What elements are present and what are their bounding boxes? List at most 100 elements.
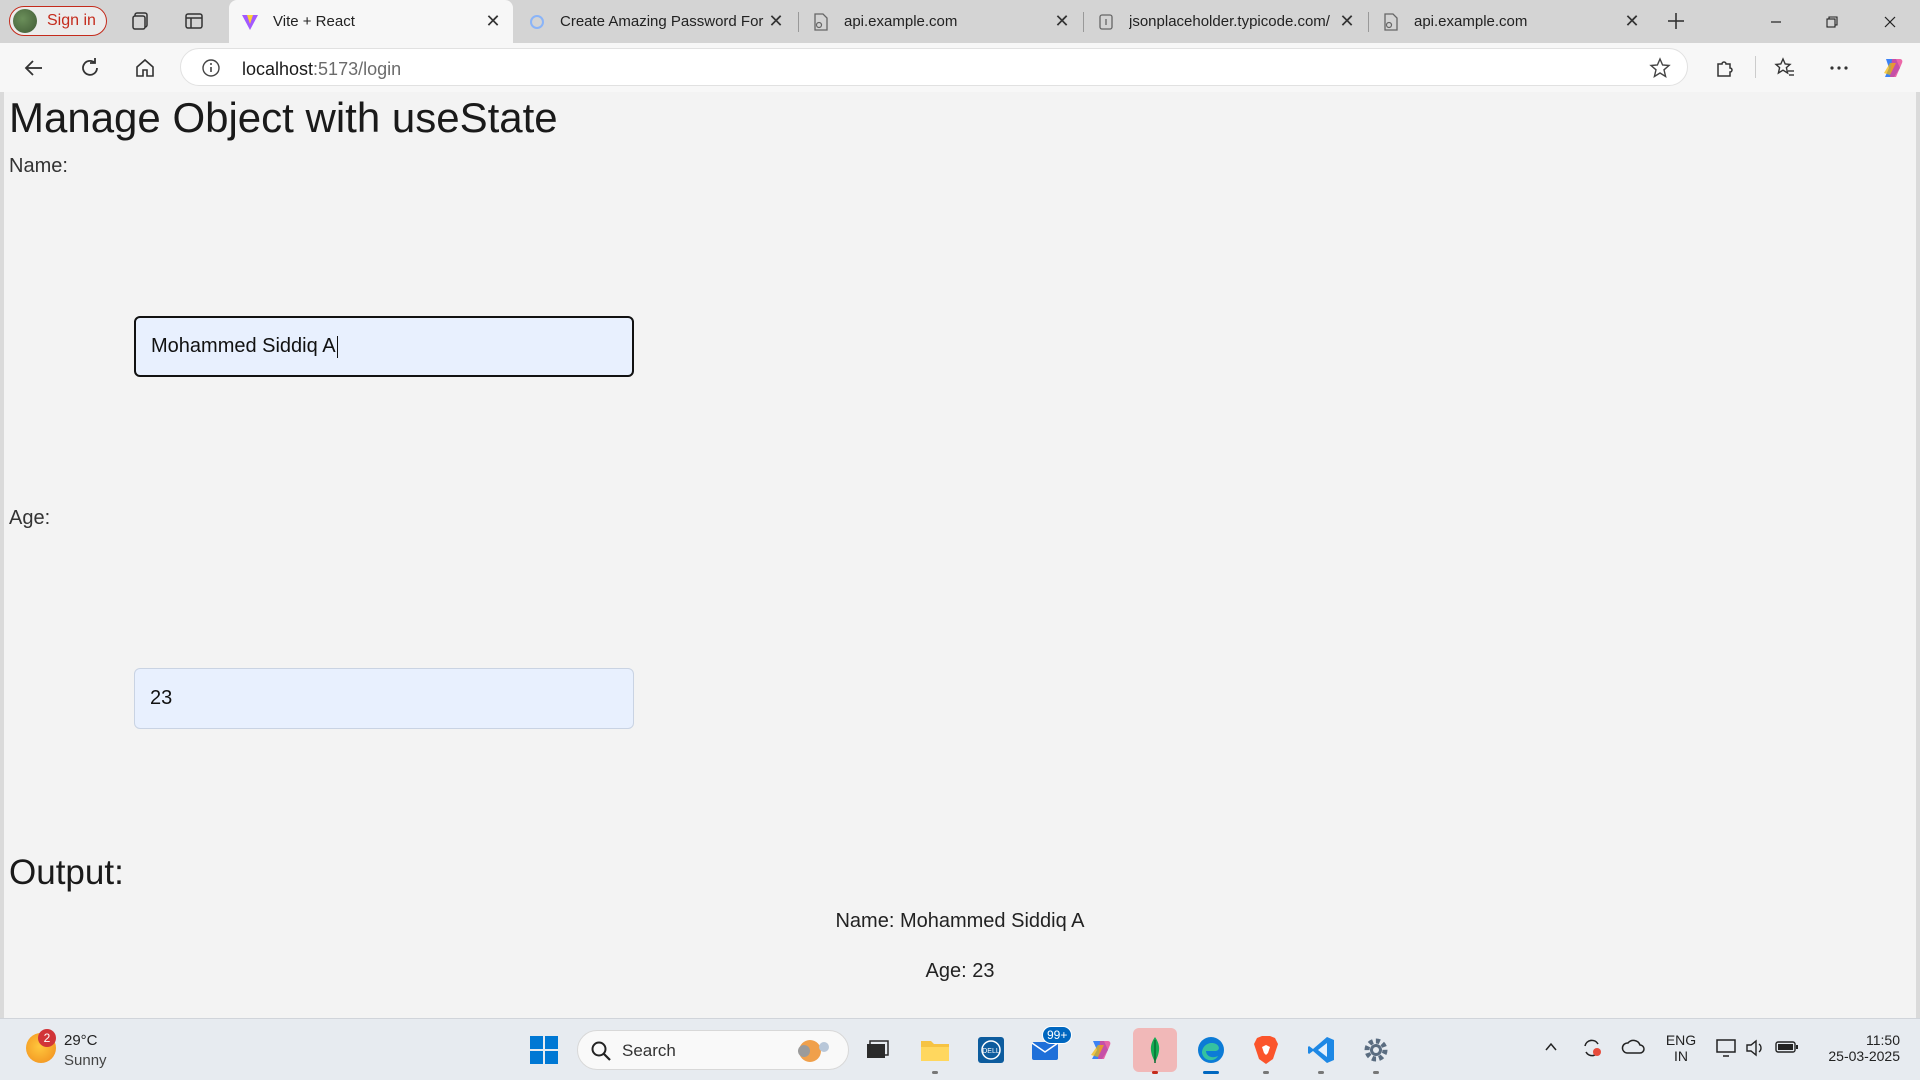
home-icon[interactable] <box>130 53 160 83</box>
running-indicator <box>932 1071 938 1074</box>
page-content: Manage Object with useState Name: Mohamm… <box>0 92 1920 1018</box>
output-heading: Output: <box>9 853 124 892</box>
dell-icon[interactable]: DELL <box>969 1028 1013 1072</box>
clock-date: 25-03-2025 <box>1828 1048 1900 1064</box>
weather-badge: 2 <box>38 1029 56 1047</box>
weather-widget[interactable]: 2 29°C Sunny <box>20 1023 120 1075</box>
search-label: Search <box>622 1041 676 1060</box>
tab-title: jsonplaceholder.typicode.com/ <box>1129 13 1330 30</box>
show-hidden-icons-chevron-icon[interactable] <box>1543 1039 1559 1060</box>
svg-text:DELL: DELL <box>982 1048 1000 1055</box>
vite-icon <box>241 13 259 31</box>
close-tab-icon[interactable]: ✕ <box>1050 10 1074 34</box>
favorite-star-icon[interactable] <box>1649 57 1671 79</box>
url-path: :5173/login <box>313 59 402 79</box>
sign-in-button[interactable]: Sign in <box>9 6 107 36</box>
output-name: Name: Mohammed Siddiq A <box>835 910 1085 932</box>
search-icon <box>590 1040 612 1067</box>
edge-browser-icon[interactable] <box>1189 1028 1233 1074</box>
tab-strip: Sign in Vite + React ✕ Create Amazing Pa… <box>0 0 1920 43</box>
taskbar-search[interactable]: Search <box>577 1030 849 1070</box>
mongodb-compass-icon[interactable] <box>1133 1028 1177 1074</box>
restore-icon[interactable] <box>1804 0 1860 43</box>
task-view-icon[interactable] <box>855 1028 899 1072</box>
battery-icon[interactable] <box>1775 1039 1799 1060</box>
copilot-app-icon[interactable] <box>1079 1028 1123 1072</box>
age-label: Age: <box>9 507 51 529</box>
clock-time: 11:50 <box>1866 1032 1900 1048</box>
settings-gear-icon[interactable] <box>1354 1028 1398 1074</box>
name-label: Name: <box>9 155 68 177</box>
running-indicator <box>1203 1071 1219 1074</box>
volume-icon[interactable] <box>1745 1038 1767 1063</box>
weather-description: Sunny <box>64 1052 107 1069</box>
monitor-icon[interactable] <box>1716 1038 1738 1063</box>
address-bar[interactable]: localhost:5173/login <box>180 48 1688 86</box>
age-input[interactable]: 23 <box>134 668 634 729</box>
url-host: localhost <box>242 59 314 79</box>
clock[interactable]: 11:50 25-03-2025 <box>1812 1032 1912 1064</box>
loading-globe-icon <box>528 13 546 31</box>
page-title: Manage Object with useState <box>9 94 558 141</box>
running-indicator <box>1263 1071 1269 1074</box>
close-tab-icon[interactable]: ✕ <box>481 10 505 34</box>
tab-title: api.example.com <box>1414 13 1528 30</box>
mail-badge: 99+ <box>1042 1026 1073 1044</box>
tab-actions-icon[interactable] <box>182 9 206 33</box>
tab-title: Vite + React <box>273 13 355 30</box>
more-options-icon[interactable] <box>1824 53 1854 83</box>
tab-separator <box>798 12 799 32</box>
mail-icon[interactable]: 99+ <box>1024 1026 1073 1072</box>
site-info-icon[interactable] <box>201 58 221 78</box>
minimize-icon[interactable] <box>1748 0 1804 43</box>
windows-start-icon[interactable] <box>522 1028 566 1072</box>
workspaces-icon[interactable] <box>129 9 153 33</box>
toolbar-divider <box>1755 56 1756 78</box>
page-icon <box>1097 13 1115 31</box>
taskbar: 2 29°C Sunny Search DELL 99+ ENG IN 11:5… <box>0 1018 1920 1080</box>
search-highlight-icon <box>790 1037 838 1070</box>
vscode-icon[interactable] <box>1299 1028 1343 1074</box>
running-indicator <box>1373 1071 1379 1074</box>
network-cloud-icon[interactable] <box>1621 1037 1645 1064</box>
page-icon <box>1382 12 1400 31</box>
tab-api-example[interactable]: api.example.com ✕ <box>800 0 1082 43</box>
weather-temperature: 29°C <box>64 1032 98 1049</box>
url-text: localhost:5173/login <box>242 59 401 80</box>
tab-jsonplaceholder[interactable]: jsonplaceholder.typicode.com/ ✕ <box>1085 0 1367 43</box>
profile-avatar <box>13 9 37 33</box>
sync-icon[interactable] <box>1581 1037 1603 1064</box>
language-code: ENG <box>1665 1032 1697 1048</box>
back-arrow-icon[interactable] <box>19 53 49 83</box>
age-input-value: 23 <box>150 687 173 709</box>
new-tab-icon[interactable] <box>1664 9 1688 33</box>
region-code: IN <box>1674 1048 1688 1064</box>
tab-vite-react[interactable]: Vite + React ✕ <box>229 0 513 43</box>
name-input[interactable]: Mohammed Siddiq A <box>134 316 634 377</box>
tab-api-example-2[interactable]: api.example.com ✕ <box>1370 0 1652 43</box>
language-indicator[interactable]: ENG IN <box>1664 1032 1698 1064</box>
copilot-icon[interactable] <box>1878 53 1908 83</box>
tab-title: Create Amazing Password Form <box>560 13 764 30</box>
refresh-icon[interactable] <box>75 53 105 83</box>
close-tab-icon[interactable]: ✕ <box>764 10 788 34</box>
tab-password-form[interactable]: Create Amazing Password Form ✕ <box>516 0 796 43</box>
close-tab-icon[interactable]: ✕ <box>1620 10 1644 34</box>
sign-in-label: Sign in <box>47 12 96 29</box>
favorites-icon[interactable] <box>1770 53 1800 83</box>
name-input-value: Mohammed Siddiq A <box>151 335 336 357</box>
tab-title: api.example.com <box>844 13 958 30</box>
extensions-icon[interactable] <box>1710 53 1740 83</box>
brave-browser-icon[interactable] <box>1244 1028 1288 1074</box>
running-indicator <box>1318 1071 1324 1074</box>
tab-separator <box>1368 12 1369 32</box>
file-explorer-icon[interactable] <box>913 1028 957 1074</box>
running-indicator <box>1152 1071 1158 1074</box>
text-caret <box>336 335 338 358</box>
close-tab-icon[interactable]: ✕ <box>1335 10 1359 34</box>
output-age: Age: 23 <box>925 960 995 982</box>
page-icon <box>812 12 830 31</box>
browser-toolbar: localhost:5173/login <box>0 43 1920 92</box>
close-window-icon[interactable] <box>1862 0 1918 43</box>
tab-separator <box>1083 12 1084 32</box>
